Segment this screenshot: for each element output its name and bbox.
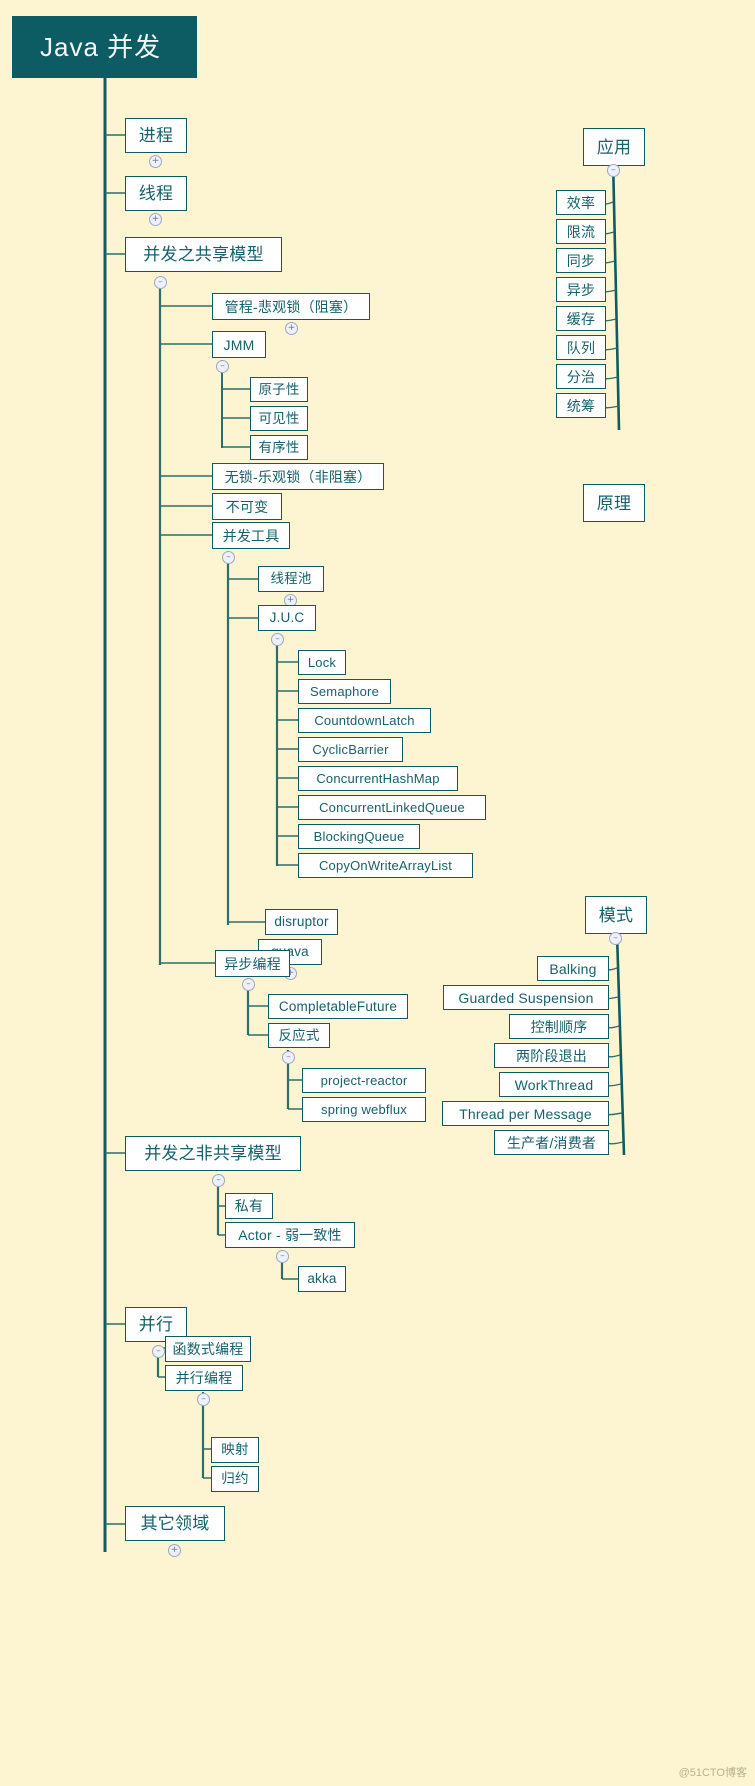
node-semaphore[interactable]: Semaphore — [298, 679, 391, 704]
node-thread-pool[interactable]: 线程池 — [258, 566, 324, 592]
node-akka[interactable]: akka — [298, 1266, 346, 1292]
node-balking[interactable]: Balking — [537, 956, 609, 981]
node-monitor-pessimistic[interactable]: 管程-悲观锁（阻塞） — [212, 293, 370, 320]
toggle-parallel[interactable]: – — [152, 1345, 165, 1358]
node-shared-model[interactable]: 并发之共享模型 — [125, 237, 282, 272]
node-cache[interactable]: 缓存 — [556, 306, 606, 331]
node-atomicity[interactable]: 原子性 — [250, 377, 308, 402]
connector-lines — [103, 78, 626, 1552]
node-principle[interactable]: 原理 — [583, 484, 645, 522]
node-jmm[interactable]: JMM — [212, 331, 266, 358]
node-completable-future[interactable]: CompletableFuture — [268, 994, 408, 1019]
node-blocking-queue[interactable]: BlockingQueue — [298, 824, 420, 849]
node-queue[interactable]: 队列 — [556, 335, 606, 360]
node-juc[interactable]: J.U.C — [258, 605, 316, 631]
node-producer-consumer[interactable]: 生产者/消费者 — [494, 1130, 609, 1155]
node-process[interactable]: 进程 — [125, 118, 187, 153]
node-disruptor[interactable]: disruptor — [265, 909, 338, 935]
node-actor-weak-consistency[interactable]: Actor - 弱一致性 — [225, 1222, 355, 1248]
toggle-shared-model[interactable]: – — [154, 276, 167, 289]
toggle-application[interactable]: – — [607, 164, 620, 177]
node-copy-on-write-array-list[interactable]: CopyOnWriteArrayList — [298, 853, 473, 878]
node-thread-per-message[interactable]: Thread per Message — [442, 1101, 609, 1126]
root-node[interactable]: Java 并发 — [12, 16, 197, 78]
toggle-reactive[interactable]: – — [282, 1051, 295, 1064]
node-coordination[interactable]: 统筹 — [556, 393, 606, 418]
toggle-non-shared-model[interactable]: – — [212, 1174, 225, 1187]
node-synchronous[interactable]: 同步 — [556, 248, 606, 273]
toggle-juc[interactable]: – — [271, 633, 284, 646]
node-pattern[interactable]: 模式 — [585, 896, 647, 934]
node-work-thread[interactable]: WorkThread — [499, 1072, 609, 1097]
node-reactive[interactable]: 反应式 — [268, 1023, 330, 1048]
node-async-programming[interactable]: 异步编程 — [215, 950, 290, 977]
node-control-order[interactable]: 控制顺序 — [509, 1014, 609, 1039]
node-divide-conquer[interactable]: 分治 — [556, 364, 606, 389]
node-lock[interactable]: Lock — [298, 650, 346, 675]
toggle-jmm[interactable]: – — [216, 360, 229, 373]
node-application[interactable]: 应用 — [583, 128, 645, 166]
node-concurrent-hash-map[interactable]: ConcurrentHashMap — [298, 766, 458, 791]
node-two-phase-termination[interactable]: 两阶段退出 — [494, 1043, 609, 1068]
watermark: @51CTO博客 — [678, 1767, 747, 1779]
mindmap-canvas: Java 并发 进程 + 线程 + 并发之共享模型 – 并发之非共享模型 – 并… — [0, 0, 755, 1786]
node-project-reactor[interactable]: project-reactor — [302, 1068, 426, 1093]
node-parallel-programming[interactable]: 并行编程 — [165, 1365, 243, 1391]
node-ordering[interactable]: 有序性 — [250, 435, 308, 460]
toggle-thread[interactable]: + — [149, 213, 162, 226]
node-asynchronous[interactable]: 异步 — [556, 277, 606, 302]
node-cyclic-barrier[interactable]: CyclicBarrier — [298, 737, 403, 762]
toggle-async-programming[interactable]: – — [242, 978, 255, 991]
node-thread[interactable]: 线程 — [125, 176, 187, 211]
node-other-domains[interactable]: 其它领域 — [125, 1506, 225, 1541]
toggle-actor[interactable]: – — [276, 1250, 289, 1263]
toggle-monitor-pessimistic[interactable]: + — [285, 322, 298, 335]
toggle-other-domains[interactable]: + — [168, 1544, 181, 1557]
node-functional-programming[interactable]: 函数式编程 — [165, 1336, 251, 1362]
node-map[interactable]: 映射 — [211, 1437, 259, 1463]
node-countdown-latch[interactable]: CountdownLatch — [298, 708, 431, 733]
node-concurrent-linked-queue[interactable]: ConcurrentLinkedQueue — [298, 795, 486, 820]
toggle-parallel-programming[interactable]: – — [197, 1393, 210, 1406]
toggle-process[interactable]: + — [149, 155, 162, 168]
node-immutable[interactable]: 不可变 — [212, 493, 282, 520]
node-visibility[interactable]: 可见性 — [250, 406, 308, 431]
node-lockfree-optimistic[interactable]: 无锁-乐观锁（非阻塞） — [212, 463, 384, 490]
node-spring-webflux[interactable]: spring webflux — [302, 1097, 426, 1122]
node-concurrency-tools[interactable]: 并发工具 — [212, 522, 290, 549]
node-rate-limiting[interactable]: 限流 — [556, 219, 606, 244]
node-efficiency[interactable]: 效率 — [556, 190, 606, 215]
node-reduce[interactable]: 归约 — [211, 1466, 259, 1492]
node-private[interactable]: 私有 — [225, 1193, 273, 1219]
node-guarded-suspension[interactable]: Guarded Suspension — [443, 985, 609, 1010]
toggle-pattern[interactable]: – — [609, 932, 622, 945]
node-non-shared-model[interactable]: 并发之非共享模型 — [125, 1136, 301, 1171]
toggle-concurrency-tools[interactable]: – — [222, 551, 235, 564]
